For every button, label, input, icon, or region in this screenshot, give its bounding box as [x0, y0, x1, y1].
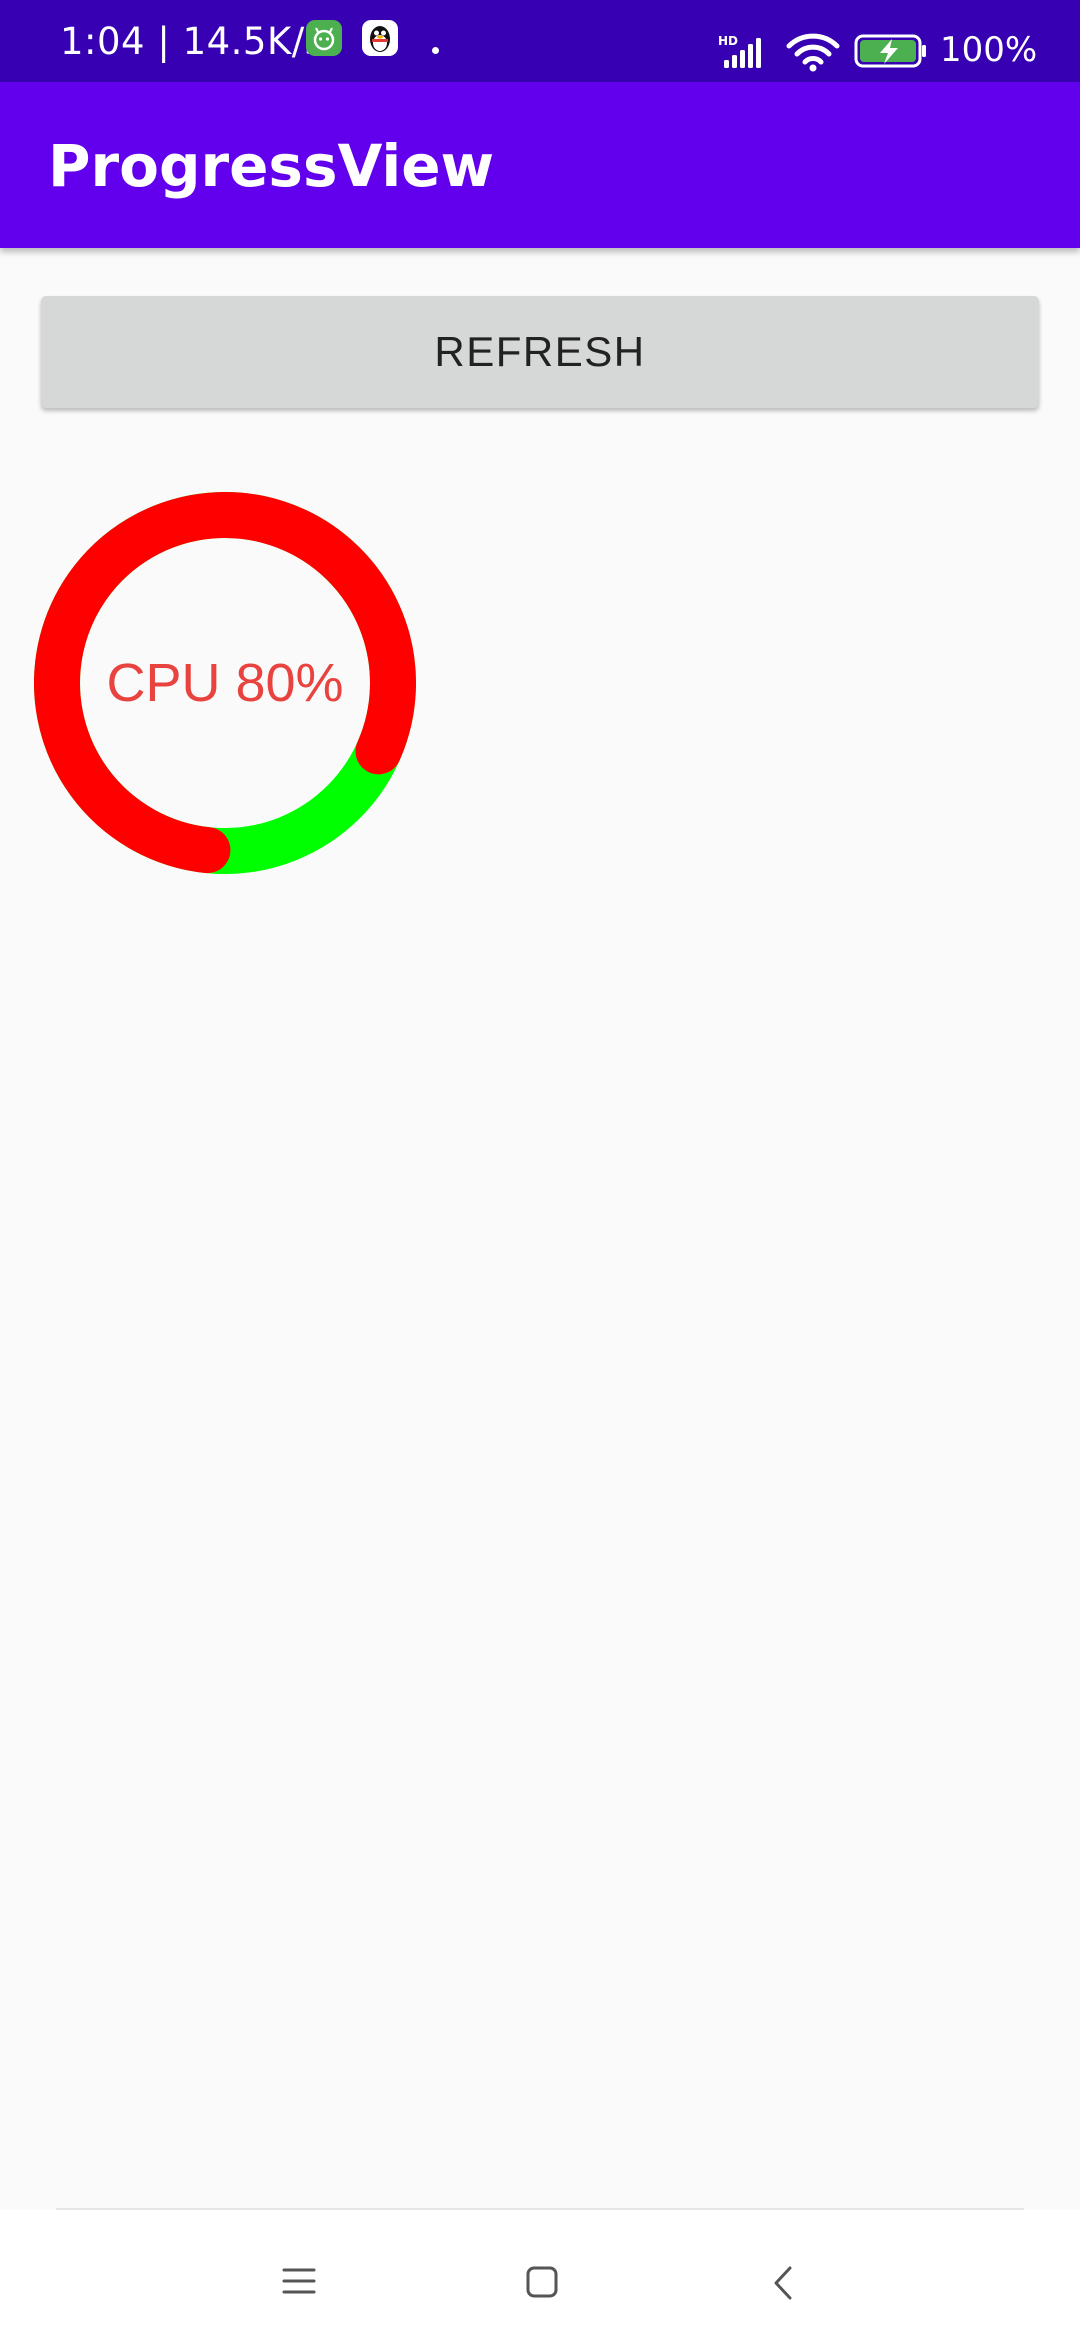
- wifi-icon: [786, 32, 840, 76]
- notification-dot: [432, 47, 439, 54]
- battery-percent: 100%: [940, 30, 1038, 70]
- back-icon[interactable]: [772, 2266, 794, 2304]
- navigation-bar: [0, 2210, 1080, 2340]
- status-bar: 1:04 | 14.5K/s HD 100%: [0, 0, 1080, 82]
- signal-icon: HD: [718, 34, 774, 74]
- network-type-label: HD: [718, 34, 738, 48]
- app-bar: ProgressView: [0, 82, 1080, 248]
- home-icon[interactable]: [526, 2266, 558, 2302]
- page-title: ProgressView: [48, 132, 495, 200]
- menu-icon[interactable]: [282, 2266, 316, 2300]
- refresh-button-label: REFRESH: [434, 328, 646, 375]
- android-app-icon: [306, 20, 342, 56]
- qq-penguin-icon: [362, 20, 398, 56]
- refresh-button[interactable]: REFRESH: [41, 296, 1039, 408]
- battery-charging-icon: [854, 33, 930, 73]
- status-time-speed: 1:04 | 14.5K/s: [60, 20, 325, 63]
- progress-label: CPU 80%: [106, 653, 344, 713]
